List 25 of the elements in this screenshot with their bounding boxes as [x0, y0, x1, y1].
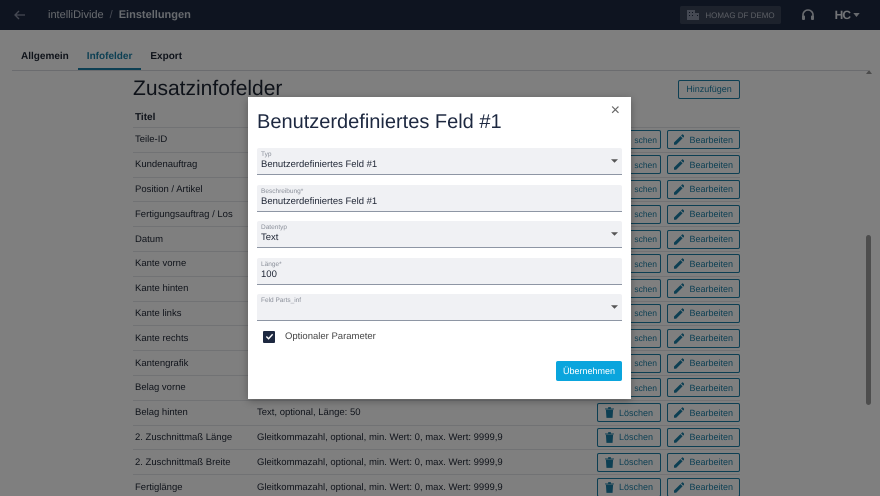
dialog-title: Benutzerdefiniertes Feld #1	[257, 111, 502, 134]
table-cell-text: Kante hinten	[135, 283, 190, 294]
page-title: Einstellungen	[118, 9, 191, 21]
table-cell: Gleitkommazahl, optional, min. Wert: 0, max. Wert: 9999,9	[257, 482, 503, 493]
table-cell-text: Kundenauftrag	[135, 159, 198, 170]
column-header: Titel	[135, 112, 156, 122]
table-cell-text: Teile-ID	[135, 134, 168, 146]
section-title: Zusatzinfofelder	[133, 77, 282, 101]
table-cell: Text, optional, Länge: 50	[257, 407, 361, 418]
breadcrumb-separator: /	[110, 9, 113, 21]
table-cell-text: Fertigungsauftrag / Los	[135, 208, 234, 220]
table-cell-text: Position / Artikel	[135, 184, 204, 195]
table-cell-text: Kante vorne	[135, 258, 188, 270]
table-cell-text: Datum	[135, 234, 164, 245]
table-cell-text: Belag hinten	[135, 407, 189, 418]
table-cell-text: 2. Zuschnittmaß Länge	[135, 432, 234, 443]
table-cell: Gleitkommazahl, optional, min. Wert: 0, max. Wert: 9999,9	[257, 432, 503, 443]
table-cell-text: Belag vorne	[135, 382, 187, 394]
table-cell-text: Kante rechts	[135, 332, 190, 344]
table-cell: Gleitkommazahl, optional, min. Wert: 0, max. Wert: 9999,9	[257, 456, 503, 468]
table-cell-text: Kantengrafik	[135, 358, 190, 369]
table-cell-text: Kante links	[135, 308, 182, 319]
table-cell-text: 2. Zuschnittmaß Breite	[135, 456, 232, 468]
table-cell-text: Fertiglänge	[135, 482, 184, 493]
checkbox-label: Optionaler Parameter	[285, 331, 376, 342]
